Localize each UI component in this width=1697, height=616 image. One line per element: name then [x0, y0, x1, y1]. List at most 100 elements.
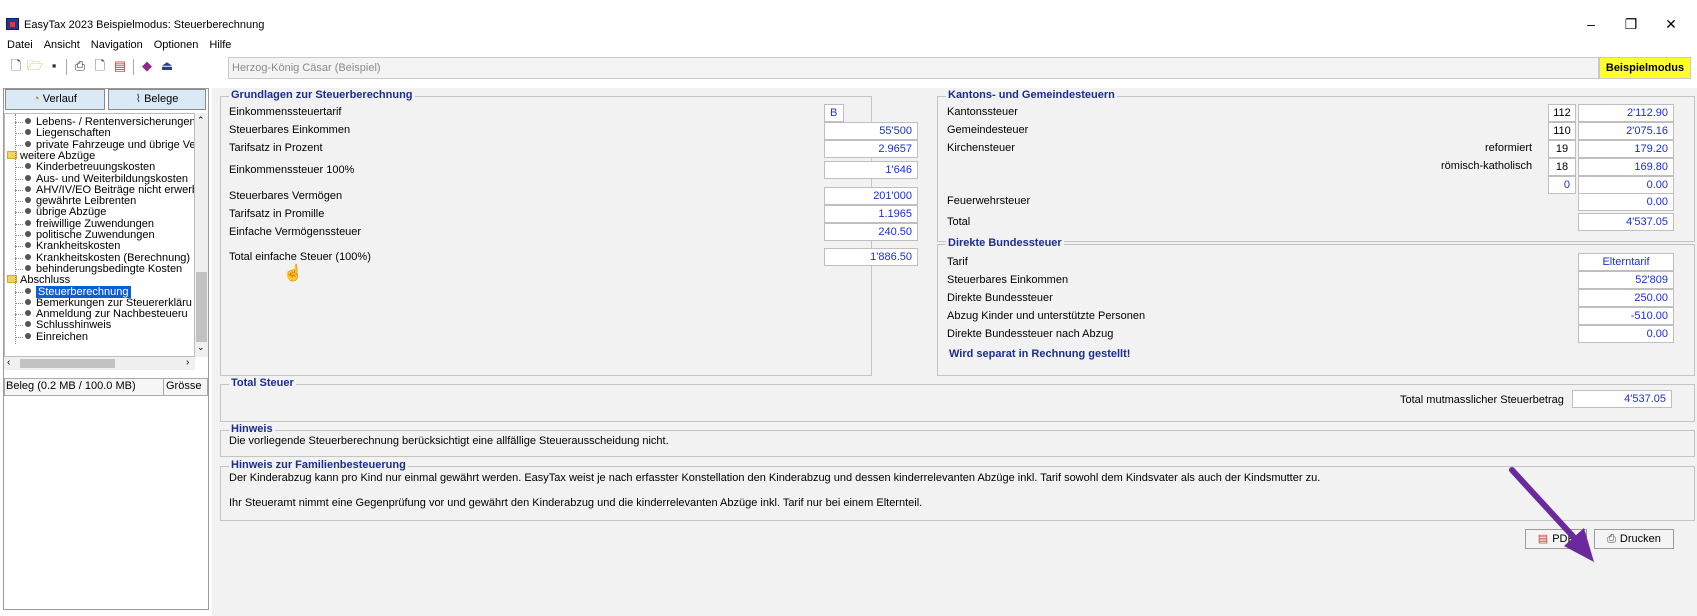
label-einkommenssteuer-100: Einkommenssteuer 100% — [229, 164, 355, 176]
label-kirchensteuer: Kirchensteuer — [947, 142, 1015, 154]
label-direkte-bundessteuer: Direkte Bundessteuer — [947, 292, 1053, 304]
tree-item[interactable]: gewährte Leibrenten — [25, 195, 136, 207]
tab-verlauf[interactable]: ◔ Verlauf — [5, 89, 105, 110]
label-steuerbares-einkommen: Steuerbares Einkommen — [229, 124, 351, 136]
tree-item[interactable]: Steuerberechnung — [25, 285, 131, 298]
bullet-icon — [25, 163, 31, 170]
menu-optionen[interactable]: Optionen — [150, 36, 203, 54]
familie-text-1: Der Kinderabzug kann pro Kind nur einmal… — [229, 472, 1321, 484]
rate-reformiert: 19 — [1548, 140, 1576, 158]
bullet-icon — [25, 140, 31, 147]
bullet-icon — [25, 298, 31, 305]
hinweis-title: Hinweis — [229, 423, 275, 435]
beleg-usage-label: Beleg (0.2 MB / 100.0 MB) — [6, 380, 136, 392]
tree-item[interactable]: Einreichen — [25, 331, 88, 343]
value-tarifsatz-prozent: 2.9657 — [824, 140, 918, 158]
scroll-right-icon[interactable]: › — [186, 357, 189, 369]
bullet-icon — [25, 264, 31, 271]
scroll-down-icon[interactable]: ⌄ — [197, 342, 205, 353]
bullet-icon — [25, 253, 31, 260]
label-total-kanton: Total — [947, 216, 971, 228]
label-abzug-kinder: Abzug Kinder und unterstützte Personen — [947, 310, 1146, 322]
bund-title: Direkte Bundessteuer — [946, 237, 1064, 249]
value-other: 0.00 — [1578, 176, 1674, 194]
tree-item[interactable]: Anmeldung zur Nachbesteueru — [25, 308, 188, 320]
bullet-icon — [25, 231, 31, 237]
value-einkommenssteuertarif: B — [824, 104, 844, 122]
tab-belege[interactable]: ⌇ Belege — [108, 89, 206, 110]
tree-item[interactable]: politische Zuwendungen — [25, 229, 155, 241]
familie-title: Hinweis zur Familienbesteuerung — [229, 459, 408, 471]
rate-kantonssteuer: 112 — [1548, 104, 1576, 122]
scroll-up-icon[interactable]: ⌃ — [197, 115, 205, 126]
tree-item[interactable]: Schlusshinweis — [25, 319, 111, 331]
value-steuerbares-vermoegen: 201'000 — [824, 187, 918, 205]
tree-item[interactable]: Liegenschaften — [25, 127, 111, 139]
bullet-icon — [25, 242, 31, 249]
tree-item[interactable]: AHV/IV/EO Beiträge nicht erwerb — [25, 184, 194, 196]
bullet-icon — [25, 197, 31, 204]
menu-navigation[interactable]: Navigation — [87, 36, 147, 54]
scroll-left-icon[interactable]: ‹ — [7, 357, 10, 369]
tree-item[interactable]: Aus- und Weiterbildungskosten — [25, 173, 188, 185]
save-icon[interactable]: ▪ — [46, 58, 62, 74]
tree-item[interactable]: übrige Abzüge — [25, 206, 106, 218]
tree-item[interactable]: Krankheitskosten (Berechnung) — [25, 252, 190, 264]
rate-other: 0 — [1548, 176, 1576, 194]
menu-datei[interactable]: Datei — [3, 36, 37, 54]
value-einfache-vermoegenssteuer: 240.50 — [824, 223, 918, 241]
menu-ansicht[interactable]: Ansicht — [40, 36, 84, 54]
annotation-arrow-icon — [1509, 467, 1594, 562]
tree-hscroll-thumb[interactable] — [20, 359, 115, 368]
new-file-icon[interactable]: 🗋 — [8, 58, 24, 74]
tree-item[interactable]: behinderungsbedingte Kosten — [25, 263, 182, 275]
window-title: EasyTax 2023 Beispielmodus: Steuerberech… — [24, 19, 265, 31]
tree-item[interactable]: Kinderbetreuungskosten — [25, 161, 155, 173]
value-tarifsatz-promille: 1.1965 — [824, 205, 918, 223]
upload-icon[interactable]: ⏏ — [159, 58, 175, 74]
tree-item[interactable]: freiwillige Zuwendungen — [25, 218, 154, 230]
close-button[interactable]: ✕ — [1657, 14, 1685, 34]
label-reformiert: reformiert — [1485, 142, 1533, 154]
navigation-tree: Lebens- / Rentenversicherungen Liegenscha… — [4, 113, 195, 357]
paperclip-icon: ⌇ — [135, 93, 142, 105]
label-bundessteuer-nach-abzug: Direkte Bundessteuer nach Abzug — [947, 328, 1114, 340]
total-title: Total Steuer — [229, 377, 296, 389]
label-total-einfache-steuer: Total einfache Steuer (100%) — [229, 251, 371, 263]
minimize-button[interactable]: – — [1577, 14, 1605, 34]
tree-item[interactable]: Lebens- / Rentenversicherungen — [25, 116, 194, 128]
bullet-icon — [25, 219, 31, 226]
tree-scroll-thumb[interactable] — [196, 272, 207, 342]
value-bundessteuer-nach-abzug: 0.00 — [1578, 325, 1674, 343]
taxpayer-name-field: Herzog-König Cäsar (Beispiel) — [228, 57, 1599, 79]
pdf-icon[interactable]: ▤ — [112, 58, 128, 74]
hinweis-text: Die vorliegende Steuerberechnung berücks… — [229, 435, 669, 447]
tree-item[interactable]: private Fahrzeuge und übrige Ve — [25, 139, 194, 151]
value-abzug-kinder: -510.00 — [1578, 307, 1674, 325]
print-icon[interactable]: ⎙ — [72, 58, 88, 74]
menu-hilfe[interactable]: Hilfe — [205, 36, 235, 54]
bullet-icon — [25, 185, 31, 192]
menu-bar: Datei Ansicht Navigation Optionen Hilfe — [0, 36, 900, 54]
value-bund-einkommen: 52'809 — [1578, 271, 1674, 289]
tree-item[interactable]: Bemerkungen zur Steuererkläru — [25, 297, 192, 309]
label-bund-einkommen: Steuerbares Einkommen — [947, 274, 1069, 286]
clock-icon: ◔ — [33, 93, 40, 105]
book-icon[interactable]: ◆ — [139, 58, 155, 74]
open-folder-icon[interactable]: 🗁 — [27, 58, 43, 74]
beleg-size-column[interactable]: Grösse — [166, 380, 201, 392]
value-reformiert: 179.20 — [1578, 140, 1674, 158]
tree-folder[interactable]: weitere Abzüge — [7, 150, 95, 162]
maximize-button[interactable]: ❐ — [1617, 14, 1645, 34]
bullet-icon — [25, 321, 31, 328]
label-kantonssteuer: Kantonssteuer — [947, 106, 1018, 118]
tree-item[interactable]: Krankheitskosten — [25, 240, 120, 252]
value-einkommenssteuer-100: 1'646 — [824, 161, 918, 179]
value-steuerbares-einkommen: 55'500 — [824, 122, 918, 140]
page-icon[interactable]: 🗋 — [92, 58, 108, 74]
label-einfache-vermoegenssteuer: Einfache Vermögenssteuer — [229, 226, 362, 238]
bullet-icon — [25, 332, 31, 339]
rate-katholisch: 18 — [1548, 158, 1576, 176]
tree-folder[interactable]: Abschluss — [7, 274, 70, 286]
main-content: Grundlagen zur Steuerberechnung Einkomme… — [212, 88, 1697, 616]
